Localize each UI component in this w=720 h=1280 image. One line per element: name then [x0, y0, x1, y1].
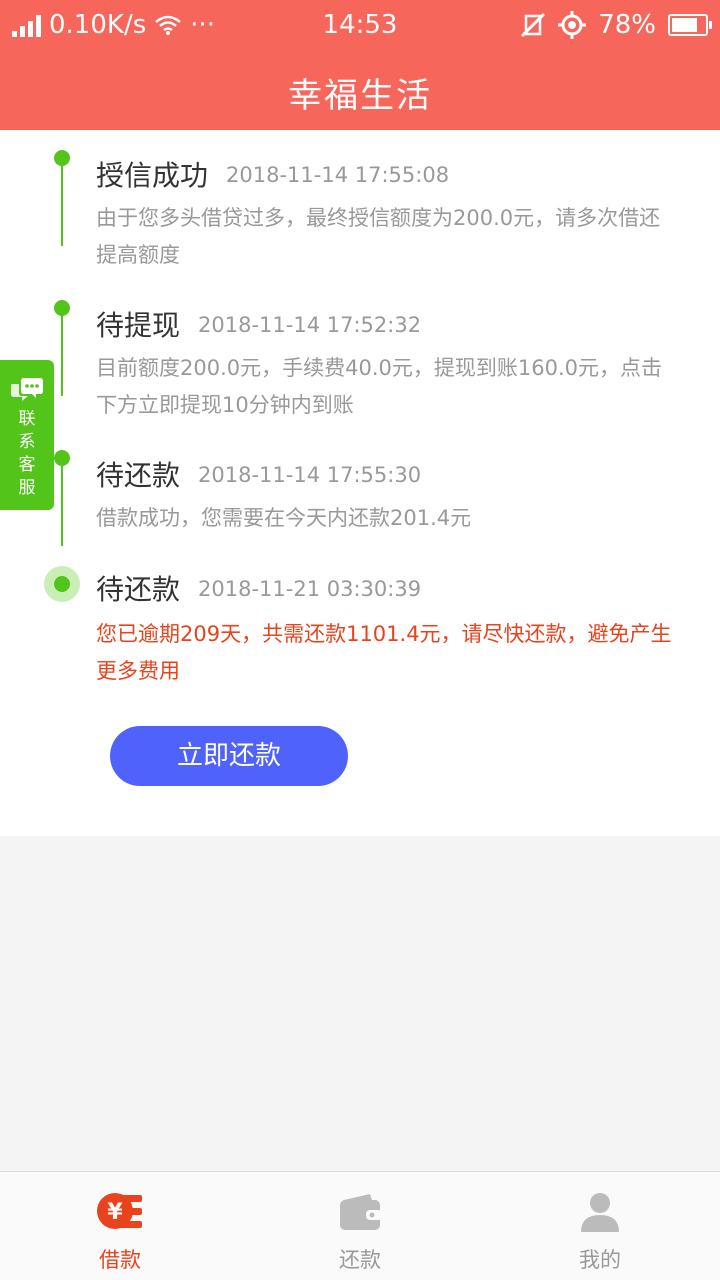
timeline-dot-current [44, 566, 80, 602]
chat-icon [11, 378, 43, 401]
tab-label: 借款 [99, 1248, 141, 1272]
timeline-time: 2018-11-14 17:55:08 [226, 163, 450, 187]
timeline-connector [61, 164, 63, 246]
timeline-description: 借款成功，您需要在今天内还款201.4元 [96, 506, 472, 530]
contact-service-label: 联 系 客 服 [18, 409, 36, 498]
tab-label: 还款 [339, 1248, 381, 1272]
timeline-description: 由于您多头借贷过多，最终授信额度为200.0元，请多次借还提高额度 [96, 206, 661, 267]
contact-service-tab[interactable]: 联 系 客 服 [0, 360, 54, 510]
wallet-icon [340, 1194, 382, 1230]
status-bar: 0.10K/s ··· 14:53 78% [0, 0, 720, 52]
mute-icon [521, 12, 546, 38]
timeline-time: 2018-11-21 03:30:39 [198, 577, 422, 601]
user-icon [581, 1193, 619, 1232]
tab-repay[interactable]: 还款 [240, 1172, 480, 1280]
timeline-description: 目前额度200.0元，手续费40.0元，提现到账160.0元，点击下方立即提现1… [96, 356, 662, 417]
timeline-connector [61, 314, 63, 396]
battery-icon [668, 14, 712, 36]
timeline-title: 待还款 2018-11-21 03:30:39 [96, 573, 422, 606]
app-header: 0.10K/s ··· 14:53 78% 幸福生活 [0, 0, 720, 130]
tab-mine[interactable]: 我的 [480, 1172, 720, 1280]
page-title: 幸福生活 [288, 76, 432, 116]
timeline-title: 授信成功 2018-11-14 17:55:08 [96, 159, 450, 192]
bottom-tab-bar: ¥ 借款 还款 我的 [0, 1171, 720, 1280]
timeline-title: 待还款 2018-11-14 17:55:30 [96, 459, 422, 492]
overdue-notice: 您已逾期209天，共需还款1101.4元，请尽快还款，避免产生更多费用 [96, 622, 672, 683]
timeline-time: 2018-11-14 17:55:30 [198, 463, 422, 487]
repay-now-button[interactable]: 立即还款 [110, 726, 348, 786]
loan-icon: ¥ [97, 1193, 142, 1229]
timeline-title: 待提现 2018-11-14 17:52:32 [96, 309, 422, 342]
svg-text:¥: ¥ [107, 1200, 123, 1225]
timeline-time: 2018-11-14 17:52:32 [198, 313, 422, 337]
location-icon [558, 11, 587, 39]
tab-label: 我的 [579, 1248, 621, 1272]
timeline-connector [61, 464, 63, 546]
timeline-panel: 授信成功 2018-11-14 17:55:08 由于您多头借贷过多，最终授信额度… [0, 130, 720, 836]
tab-loan[interactable]: ¥ 借款 [0, 1172, 240, 1280]
battery-percent: 78% [598, 10, 656, 40]
